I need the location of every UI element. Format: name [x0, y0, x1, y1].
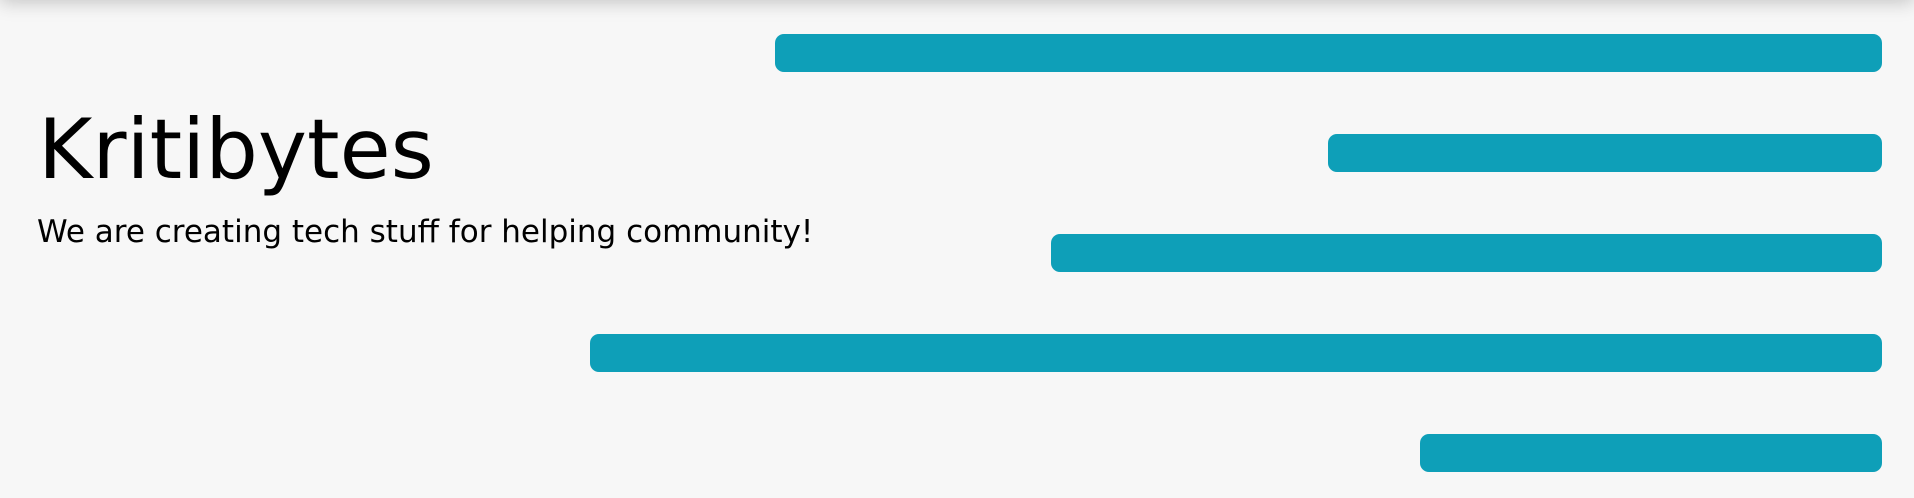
brand-title: Kritibytes [38, 101, 434, 198]
decorative-bar [590, 334, 1882, 372]
decorative-bar [1328, 134, 1882, 172]
brand-tagline: We are creating tech stuff for helping c… [37, 214, 814, 250]
decorative-bar [1051, 234, 1882, 272]
hero-section: Kritibytes We are creating tech stuff fo… [0, 0, 1914, 498]
decorative-bar [775, 34, 1882, 72]
decorative-bar [1420, 434, 1882, 472]
